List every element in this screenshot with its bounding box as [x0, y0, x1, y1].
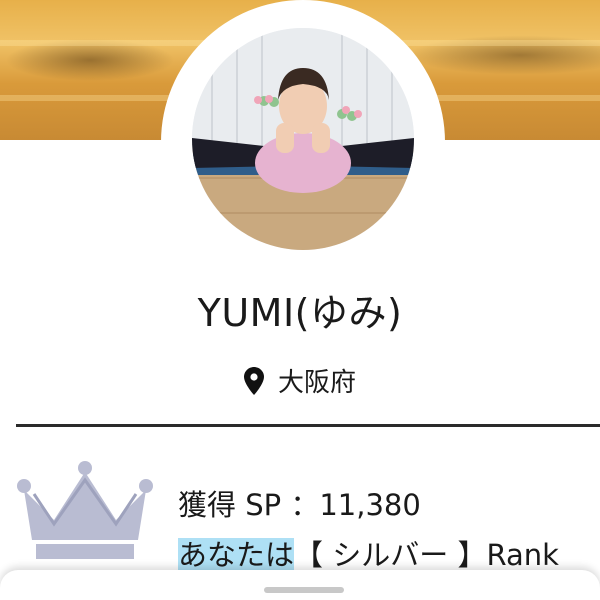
location-text: 大阪府: [277, 368, 356, 398]
sp-label: 獲得 SP ：: [178, 488, 320, 522]
avatar-photo: [192, 28, 414, 250]
location-pin-icon: [243, 367, 264, 402]
divider: [16, 424, 600, 427]
profile-name: YUMI(ゆみ): [197, 291, 403, 335]
crown-icon: [14, 458, 156, 566]
profile-location: 大阪府: [0, 362, 600, 402]
rank-suffix: Rank: [486, 538, 559, 572]
bottom-sheet[interactable]: [0, 570, 600, 600]
sp-points: 獲得 SP ：11,380: [178, 482, 421, 524]
rank-status: あなたは【 シルバー 】Rank: [178, 532, 559, 574]
rank-prefix: あなたは: [178, 538, 295, 572]
rank-name: 【 シルバー 】: [294, 538, 487, 572]
sp-value: 11,380: [319, 488, 421, 522]
avatar[interactable]: [192, 28, 414, 250]
sheet-drag-handle[interactable]: [264, 587, 344, 593]
